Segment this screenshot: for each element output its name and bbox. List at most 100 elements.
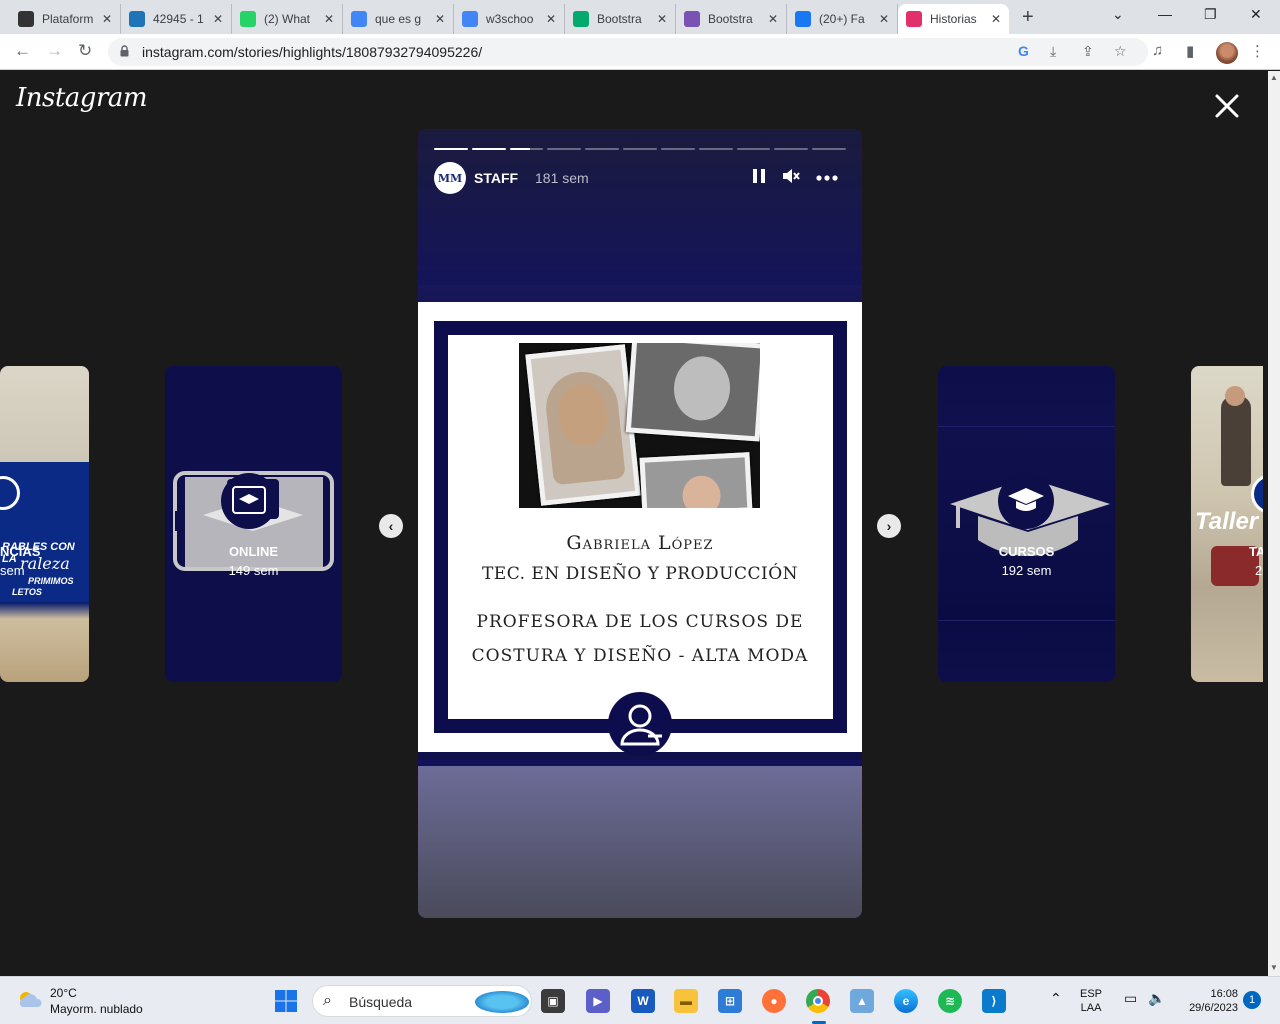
progress-segment — [623, 148, 657, 150]
browser-tab-title: Historias — [930, 12, 977, 26]
bookmark-star-icon[interactable]: ☆ — [1114, 43, 1127, 60]
chrome-icon[interactable] — [806, 989, 830, 1013]
back-button[interactable]: ← — [14, 41, 31, 61]
browser-tab[interactable]: (2) What ✕ — [232, 4, 343, 34]
browser-tab[interactable]: (20+) Fa ✕ — [787, 4, 898, 34]
highlight-weeks: 149 sem — [228, 563, 279, 578]
browser-tab[interactable]: Historias ✕ — [898, 4, 1009, 34]
person-icon — [620, 704, 662, 746]
lock-icon — [120, 45, 129, 57]
address-bar: ← → ↻ instagram.com/stories/highlights/1… — [0, 34, 1280, 70]
windows-start-icon[interactable] — [274, 989, 298, 1013]
forward-button[interactable]: → — [46, 41, 63, 61]
browser-tab[interactable]: Plataform ✕ — [10, 4, 121, 34]
page-scrollbar[interactable]: ▲ ▼ — [1268, 71, 1280, 976]
microsoft-store-icon[interactable]: ⊞ — [718, 989, 742, 1013]
browser-tab[interactable]: Bootstra ✕ — [565, 4, 676, 34]
previous-story-button[interactable]: ‹ — [379, 514, 403, 538]
notification-badge[interactable]: 1 — [1243, 991, 1261, 1009]
restore-button[interactable]: ❐ — [1204, 6, 1217, 23]
story-viewer: Instagram RABLES CON LA raleza PRIMIMOS … — [0, 71, 1268, 976]
browser-tab[interactable]: 42945 - 1 ✕ — [121, 4, 232, 34]
highlight-weeks: 20 — [1255, 563, 1263, 578]
task-view-icon[interactable]: ▣ — [541, 989, 565, 1013]
close-tab-icon[interactable]: ✕ — [213, 12, 223, 26]
close-tab-icon[interactable]: ✕ — [657, 12, 667, 26]
mute-icon[interactable] — [782, 168, 800, 184]
browser-tab-title: 42945 - 1 — [153, 12, 204, 26]
close-tab-icon[interactable]: ✕ — [879, 12, 889, 26]
profile-avatar[interactable] — [1216, 42, 1238, 64]
story-card[interactable]: MM STAFF 181 sem Gabriela López TEC. EN … — [418, 129, 862, 918]
media-control-icon[interactable]: ♫ — [1152, 42, 1163, 59]
side-panel-icon[interactable]: ▮ — [1186, 42, 1194, 60]
clock[interactable]: 16:08 29/6/2023 — [1180, 987, 1238, 1015]
progress-segment — [509, 148, 544, 150]
highlight-card-right-far[interactable]: Taller TA 20 — [1191, 366, 1263, 682]
instagram-icon — [906, 11, 922, 27]
more-options-icon[interactable] — [816, 175, 838, 181]
close-tab-icon[interactable]: ✕ — [768, 12, 778, 26]
instagram-logo[interactable]: Instagram — [16, 83, 148, 113]
teams-icon[interactable]: ▶ — [586, 989, 610, 1013]
highlight-card-left-far[interactable]: RABLES CON LA raleza PRIMIMOS LETOS NCIA… — [0, 366, 89, 682]
taskbar-search[interactable]: ⌕ Búsqueda — [312, 985, 532, 1017]
weather-description[interactable]: Mayorm. nublado — [50, 1002, 143, 1016]
omnibox[interactable]: instagram.com/stories/highlights/1808793… — [108, 38, 1148, 66]
chrome-menu-icon[interactable]: ⋮ — [1250, 42, 1265, 60]
teacher-role-line-1: PROFESORA DE LOS CURSOS DE — [476, 612, 804, 632]
reload-button[interactable]: ↻ — [78, 41, 92, 61]
photos-icon[interactable]: ▲ — [850, 989, 874, 1013]
banner-text-4: LETOS — [12, 587, 42, 597]
story-content: Gabriela López TEC. EN DISEÑO Y PRODUCCI… — [418, 302, 862, 756]
highlight-card-online[interactable]: ONLINE 149 sem — [165, 366, 342, 682]
edge-icon[interactable]: e — [894, 989, 918, 1013]
teacher-role-line-2: COSTURA Y DISEÑO - ALTA MODA — [471, 646, 809, 666]
scroll-down-icon[interactable]: ▼ — [1270, 963, 1278, 972]
close-tab-icon[interactable]: ✕ — [546, 12, 556, 26]
language-indicator[interactable]: ESP LAA — [1080, 987, 1102, 1015]
pause-icon[interactable] — [752, 168, 766, 184]
clock-date: 29/6/2023 — [1189, 1002, 1238, 1014]
browser-tab-title: w3schoo — [486, 12, 534, 26]
next-story-button[interactable]: › — [877, 514, 901, 538]
close-window-button[interactable]: ✕ — [1250, 6, 1262, 23]
show-hidden-icons[interactable]: ⌃ — [1050, 991, 1062, 1005]
scroll-up-icon[interactable]: ▲ — [1270, 73, 1278, 82]
share-icon[interactable]: ⇪ — [1082, 43, 1094, 60]
close-tab-icon[interactable]: ✕ — [435, 12, 445, 26]
install-app-icon[interactable]: ⤓ — [1050, 43, 1056, 60]
network-icon[interactable]: ▭ — [1124, 991, 1137, 1005]
story-avatar[interactable]: MM — [434, 162, 466, 194]
close-icon[interactable] — [1212, 91, 1242, 121]
progress-segment — [547, 148, 582, 150]
banner-text: Taller — [1195, 508, 1259, 535]
firefox-icon[interactable]: ● — [762, 989, 786, 1013]
vscode-icon[interactable]: ⟩ — [982, 989, 1006, 1013]
story-header: MM STAFF 181 sem — [434, 162, 846, 194]
browser-tab[interactable]: Bootstra ✕ — [676, 4, 787, 34]
browser-tab[interactable]: que es g ✕ — [343, 4, 454, 34]
weather-cloud-icon[interactable] — [16, 989, 44, 1009]
browser-tab[interactable]: w3schoo ✕ — [454, 4, 565, 34]
new-tab-button[interactable]: + — [1022, 6, 1034, 29]
progress-segment — [698, 148, 733, 150]
teacher-subtitle: TEC. EN DISEÑO Y PRODUCCIÓN — [481, 564, 799, 584]
spotify-icon[interactable]: ≋ — [938, 989, 962, 1013]
highlight-card-cursos[interactable]: CURSOS 192 sem — [938, 366, 1115, 682]
word-icon[interactable]: W — [631, 989, 655, 1013]
close-tab-icon[interactable]: ✕ — [991, 12, 1001, 26]
staff-badge — [608, 692, 672, 756]
volume-icon[interactable]: 🔈 — [1148, 991, 1165, 1005]
story-top-band — [418, 129, 862, 285]
google-translate-icon[interactable]: G — [1018, 43, 1029, 59]
story-username[interactable]: STAFF — [474, 170, 518, 186]
tab-search-icon[interactable]: ⌄ — [1112, 6, 1124, 23]
weather-temperature[interactable]: 20°C — [50, 986, 77, 1000]
windows-taskbar: 20°C Mayorm. nublado ⌕ Búsqueda ▣ ▶ W ▬ … — [0, 976, 1280, 1024]
minimize-button[interactable]: — — [1158, 6, 1172, 22]
close-tab-icon[interactable]: ✕ — [324, 12, 334, 26]
close-tab-icon[interactable]: ✕ — [102, 12, 112, 26]
url-text[interactable]: instagram.com/stories/highlights/1808793… — [142, 44, 482, 60]
file-explorer-icon[interactable]: ▬ — [674, 989, 698, 1013]
